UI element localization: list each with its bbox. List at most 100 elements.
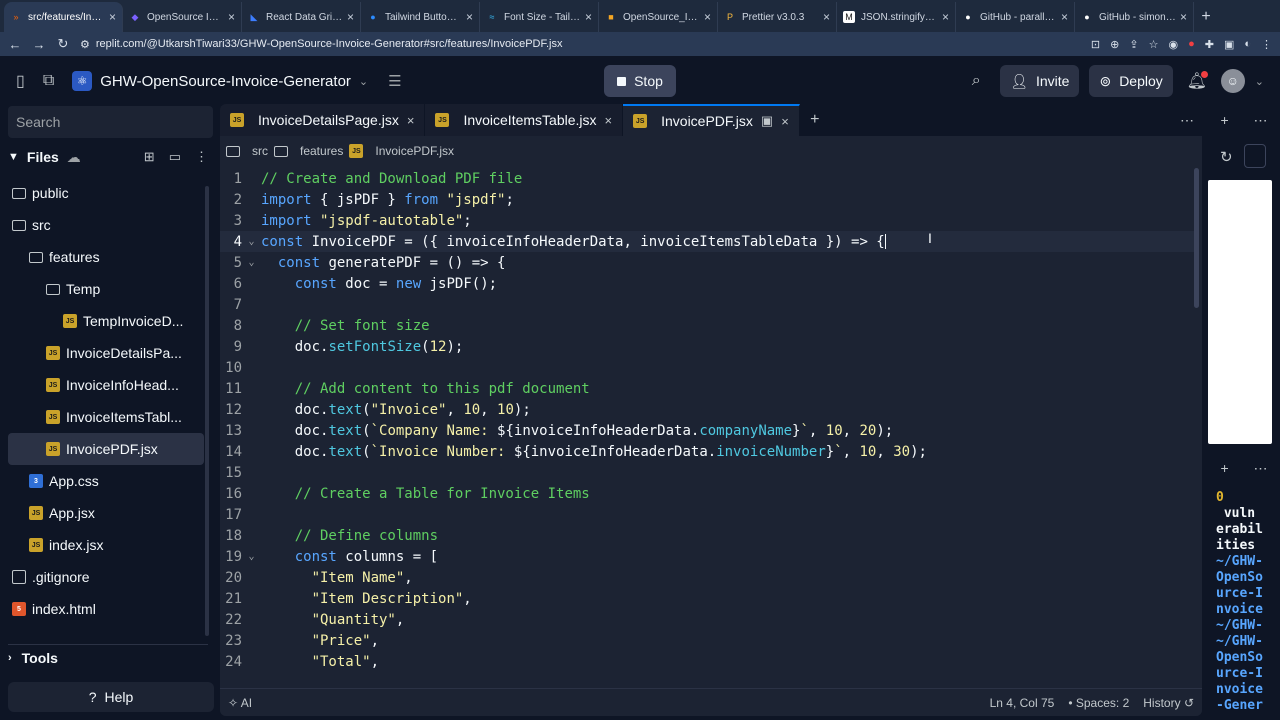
chevron-down-icon[interactable]: ▼ xyxy=(8,151,19,163)
close-icon[interactable]: × xyxy=(942,10,949,24)
file-item[interactable]: JS TempInvoiceD... xyxy=(8,305,204,337)
close-icon[interactable]: × xyxy=(781,114,789,129)
more-options-icon[interactable]: ⋮ xyxy=(195,149,208,165)
breadcrumb-item[interactable]: src xyxy=(252,144,268,158)
avatar[interactable]: ☺ xyxy=(1220,69,1245,93)
close-icon[interactable]: × xyxy=(823,10,830,24)
fold-chevron-icon[interactable]: ⌄ xyxy=(242,236,261,247)
breadcrumb-item[interactable]: features xyxy=(300,144,343,158)
repl-info-icon[interactable]: ☰ xyxy=(388,72,401,90)
close-icon[interactable]: × xyxy=(466,10,473,24)
new-tab-icon[interactable]: + xyxy=(1194,2,1218,32)
file-item[interactable]: JS InvoiceInfoHead... xyxy=(8,369,204,401)
install-icon[interactable]: ⊡ xyxy=(1091,38,1100,51)
files-header[interactable]: ▼ Files ☁ ⊞ ▭ ⋮ xyxy=(8,146,208,168)
fold-chevron-icon[interactable]: ⌄ xyxy=(242,551,261,562)
zoom-icon[interactable]: ⊕ xyxy=(1110,38,1119,51)
folder-item[interactable]: public xyxy=(8,177,204,209)
new-folder-icon[interactable]: ▭ xyxy=(169,149,181,165)
reload-icon[interactable]: ↻ xyxy=(56,36,70,52)
folder-item[interactable]: Temp xyxy=(8,273,204,305)
back-icon[interactable]: ← xyxy=(8,37,22,52)
ai-button[interactable]: ✧ AI xyxy=(228,696,252,710)
add-tab-icon[interactable]: + xyxy=(1220,460,1228,476)
url-field[interactable]: ⚙ replit.com/@UtkarshTiwari33/GHW-OpenSo… xyxy=(80,38,1081,51)
extensions-puzzle-icon[interactable]: ✚ xyxy=(1205,38,1214,51)
file-item[interactable]: .gitignore xyxy=(8,561,204,593)
add-tab-icon[interactable]: + xyxy=(1220,112,1228,128)
browser-tab[interactable]: ◆ OpenSource Invoic × xyxy=(123,2,242,32)
side-panel-icon[interactable]: ▣ xyxy=(1224,38,1234,51)
split-view-icon[interactable]: ▣ xyxy=(761,113,773,129)
search-input[interactable]: Search xyxy=(8,106,213,138)
close-icon[interactable]: × xyxy=(1061,10,1068,24)
webview-url-field[interactable] xyxy=(1244,144,1266,168)
cursor-position[interactable]: Ln 4, Col 75 xyxy=(990,696,1055,710)
replit-logo-icon[interactable]: ⧉ xyxy=(43,72,54,90)
editor-tab[interactable]: JS InvoicePDF.jsx ▣ × xyxy=(623,104,800,136)
sidebar-toggle-icon[interactable]: ▯ xyxy=(16,71,25,91)
close-icon[interactable]: × xyxy=(407,113,415,128)
editor-scrollbar[interactable] xyxy=(1194,168,1199,308)
invite-button[interactable]: 👤︎ Invite xyxy=(1000,65,1080,97)
file-item[interactable]: JS index.jsx xyxy=(8,529,204,561)
close-icon[interactable]: × xyxy=(704,10,711,24)
indent-setting[interactable]: • Spaces: 2 xyxy=(1068,696,1129,710)
file-item[interactable]: 5 index.html xyxy=(8,593,204,625)
new-file-icon[interactable]: ⊞ xyxy=(144,149,155,165)
file-item[interactable]: JS InvoicePDF.jsx xyxy=(8,433,204,465)
close-icon[interactable]: × xyxy=(1180,10,1187,24)
file-item[interactable]: JS App.jsx xyxy=(8,497,204,529)
browser-tab[interactable]: M JSON.stringify() - J × xyxy=(837,2,956,32)
stop-button[interactable]: Stop xyxy=(604,65,676,97)
add-tab-icon[interactable]: + xyxy=(800,104,830,136)
repl-name[interactable]: ⚛ GHW-OpenSource-Invoice-Generator ⌄ ☰ xyxy=(72,71,402,91)
more-options-icon[interactable]: ⋯ xyxy=(1254,460,1268,477)
webview-preview[interactable] xyxy=(1208,180,1272,444)
history-button[interactable]: History ↺ xyxy=(1143,696,1194,710)
sidebar-scrollbar[interactable] xyxy=(205,186,209,636)
breadcrumb-item[interactable]: InvoicePDF.jsx xyxy=(375,144,454,158)
more-options-icon[interactable]: ⋯ xyxy=(1254,112,1268,129)
editor-tab[interactable]: JS InvoiceItemsTable.jsx × xyxy=(425,104,624,136)
more-options-icon[interactable]: ⋯ xyxy=(1172,104,1202,136)
file-item[interactable]: 3 App.css xyxy=(8,465,204,497)
browser-tab[interactable]: ≈ Font Size - Tailwind × xyxy=(480,2,599,32)
close-icon[interactable]: × xyxy=(347,10,354,24)
browser-tab[interactable]: ◣ React Data Grid: Ro × xyxy=(242,2,361,32)
share-icon[interactable]: ⇪ xyxy=(1129,38,1138,51)
bookmark-star-icon[interactable]: ☆ xyxy=(1149,38,1159,51)
chevron-down-icon[interactable]: ⌄ xyxy=(1255,75,1264,88)
fold-chevron-icon[interactable]: ⌄ xyxy=(242,257,261,268)
editor-tab[interactable]: JS InvoiceDetailsPage.jsx × xyxy=(220,104,426,136)
webview-reload-icon[interactable]: ↻ xyxy=(1220,148,1233,166)
extension-icon[interactable]: ◉ xyxy=(1168,38,1178,51)
browser-tab[interactable]: ■ OpenSource_Invoic × xyxy=(599,2,718,32)
file-item[interactable]: JS InvoiceItemsTabl... xyxy=(8,401,204,433)
help-button[interactable]: ? Help xyxy=(8,682,214,712)
file-item[interactable]: JS InvoiceDetailsPa... xyxy=(8,337,204,369)
browser-tab[interactable]: ● GitHub - parallax/js × xyxy=(956,2,1075,32)
folder-item[interactable]: src xyxy=(8,209,204,241)
tools-section[interactable]: › Tools xyxy=(8,644,208,670)
forward-icon[interactable]: → xyxy=(32,37,46,52)
browser-menu-icon[interactable]: ⋮ xyxy=(1261,38,1272,51)
folder-item[interactable]: features xyxy=(8,241,204,273)
close-icon[interactable]: × xyxy=(109,10,116,24)
close-icon[interactable]: × xyxy=(585,10,592,24)
browser-tab[interactable]: P Prettier v3.0.3 × xyxy=(718,2,837,32)
code-area[interactable]: 1 // Create and Download PDF file 2 import … xyxy=(220,168,1194,672)
site-info-icon[interactable]: ⚙ xyxy=(80,38,90,51)
browser-tab[interactable]: ● GitHub - simonben × xyxy=(1075,2,1194,32)
deploy-button[interactable]: ⊚ Deploy xyxy=(1089,65,1173,97)
profile-icon[interactable]: ◐ xyxy=(1244,38,1251,51)
close-icon[interactable]: × xyxy=(228,10,235,24)
extension-u-icon[interactable]: ● xyxy=(1188,38,1195,51)
notifications-bell-icon[interactable]: 🔔︎ xyxy=(1183,65,1211,97)
tab-favicon-icon: » xyxy=(13,12,19,22)
browser-tab[interactable]: ● Tailwind Button Co × xyxy=(361,2,480,32)
search-icon[interactable]: ⌕ xyxy=(962,65,990,97)
close-icon[interactable]: × xyxy=(605,113,613,128)
browser-tab[interactable]: » src/features/Invoic × xyxy=(4,2,123,32)
